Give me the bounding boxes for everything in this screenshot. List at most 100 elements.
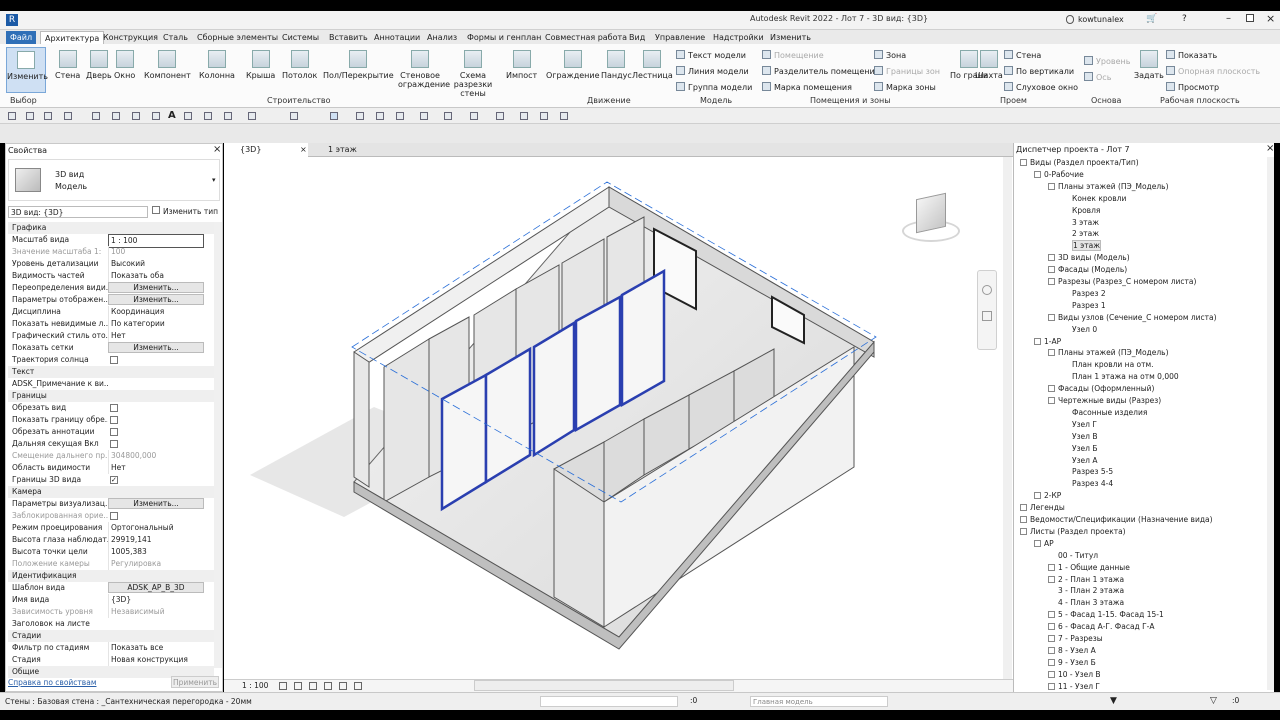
browser-node[interactable]: Фасады (Оформленный) <box>1048 383 1154 394</box>
expand-icon[interactable] <box>1048 682 1055 690</box>
dropdown-qat-icon[interactable] <box>560 112 568 120</box>
zoom-icon[interactable] <box>982 311 992 321</box>
section-header[interactable]: Графика <box>8 222 214 234</box>
stair-button[interactable]: Лестница <box>632 50 673 80</box>
browser-node[interactable]: Разрез 5-5 <box>1062 466 1113 477</box>
ramp-button[interactable]: Пандус <box>601 50 632 80</box>
browser-node[interactable]: Ведомости/Спецификации (Назначение вида) <box>1020 514 1213 525</box>
browser-node[interactable]: Чертежные виды (Разрез) <box>1048 395 1161 406</box>
undo-icon[interactable] <box>44 112 52 120</box>
visual-style-icon[interactable] <box>294 682 302 690</box>
browser-node[interactable]: 7 - Разрезы <box>1048 633 1103 644</box>
measure-icon[interactable] <box>92 112 100 120</box>
tag-icon[interactable] <box>132 112 140 120</box>
expand-icon[interactable] <box>1048 575 1055 583</box>
browser-node[interactable]: Легенды <box>1020 502 1065 513</box>
property-checkbox[interactable] <box>110 512 118 520</box>
print-qat-icon[interactable] <box>520 112 528 120</box>
redo-icon[interactable] <box>64 112 72 120</box>
browser-node[interactable]: Кровля <box>1062 205 1100 216</box>
property-row[interactable]: Параметры отображен... Изменить... <box>8 294 204 306</box>
instance-selector[interactable]: 3D вид: {3D} <box>8 206 148 218</box>
model-line-button[interactable]: Линия модели <box>676 66 749 76</box>
view-tab-3d[interactable]: {3D} × <box>224 143 308 157</box>
browser-node[interactable]: 11 - Узел Г <box>1048 681 1100 692</box>
section-icon[interactable] <box>184 112 192 120</box>
view-scale[interactable]: 1 : 100 <box>242 681 268 690</box>
show-workplane-button[interactable]: Показать <box>1166 50 1217 60</box>
browser-node[interactable]: Разрезы (Разрез_С номером листа) <box>1048 276 1196 287</box>
browser-node[interactable]: Узел Б <box>1062 443 1098 454</box>
tile-icon[interactable] <box>330 112 338 120</box>
property-value[interactable]: По категории <box>108 318 204 330</box>
browser-node[interactable]: Разрез 2 <box>1062 288 1106 299</box>
close-hidden-icon[interactable] <box>224 112 232 120</box>
tab-addins[interactable]: Надстройки <box>709 31 768 44</box>
property-row[interactable]: Фильтр по стадиям Показать все <box>8 642 204 654</box>
property-checkbox[interactable] <box>110 416 118 424</box>
property-edit-button[interactable]: Изменить... <box>108 498 204 509</box>
save-icon[interactable] <box>26 112 34 120</box>
collapse-icon[interactable] <box>1048 349 1055 357</box>
browser-node[interactable]: Виды узлов (Сечение_С номером листа) <box>1048 312 1217 323</box>
model-group-button[interactable]: Группа модели <box>676 82 752 92</box>
browser-node[interactable]: Узел В <box>1062 431 1098 442</box>
tab-collaborate[interactable]: Совместная работа <box>541 31 631 44</box>
collapse-icon[interactable] <box>1034 170 1041 178</box>
filter-status-icon[interactable]: ▼ <box>1110 696 1117 706</box>
property-checkbox[interactable]: ✓ <box>110 476 118 484</box>
tab-massing[interactable]: Формы и генплан <box>463 31 545 44</box>
property-row[interactable]: Стадия Новая конструкция <box>8 654 204 666</box>
browser-node[interactable]: 1 этаж <box>1062 240 1101 252</box>
expand-icon[interactable] <box>1048 266 1055 274</box>
shaft-button[interactable]: Шахта <box>975 50 1003 80</box>
collapse-icon[interactable] <box>1048 313 1055 321</box>
tab-modify[interactable]: Изменить <box>766 31 815 44</box>
user-name[interactable]: kowtunalex <box>1078 15 1124 24</box>
browser-node[interactable]: 1 - Общие данные <box>1048 562 1130 573</box>
tab-annotate[interactable]: Аннотации <box>370 31 424 44</box>
ref-plane-button[interactable]: Опорная плоскость <box>1166 66 1260 76</box>
area-tag-button[interactable]: Марка зоны <box>874 82 936 92</box>
property-row[interactable]: Обрезать аннотации <box>8 426 204 438</box>
property-checkbox[interactable] <box>110 428 118 436</box>
property-value[interactable]: Нет <box>108 330 204 342</box>
browser-node[interactable]: 9 - Узел Б <box>1048 657 1096 668</box>
grid-qat-icon[interactable] <box>420 112 428 120</box>
ceiling-button[interactable]: Потолок <box>282 50 317 80</box>
tab-manage[interactable]: Управление <box>651 31 709 44</box>
roof-button[interactable]: Крыша <box>246 50 275 80</box>
wall-button[interactable]: Стена <box>55 50 80 80</box>
crop-icon[interactable] <box>339 682 347 690</box>
property-checkbox[interactable] <box>110 440 118 448</box>
expand-icon[interactable] <box>1048 611 1055 619</box>
property-row[interactable]: Заголовок на листе <box>8 618 204 630</box>
curtain-qat-icon[interactable] <box>444 112 452 120</box>
expand-icon[interactable] <box>1048 623 1055 631</box>
revit-logo-icon[interactable]: R <box>6 14 18 26</box>
property-row[interactable]: Переопределения види... Изменить... <box>8 282 204 294</box>
section-header[interactable]: Текст <box>8 366 214 378</box>
tab-file[interactable]: Файл <box>6 31 37 44</box>
expand-icon[interactable] <box>1048 658 1055 666</box>
property-row[interactable]: Имя вида {3D} <box>8 594 204 606</box>
property-value[interactable]: Координация <box>108 306 204 318</box>
view-tab-floor1[interactable]: 1 этаж <box>312 143 422 157</box>
text-icon[interactable]: A <box>168 110 176 121</box>
property-value[interactable]: Показать оба <box>108 270 204 282</box>
room-button[interactable]: Помещение <box>762 50 824 60</box>
filter-qat-icon[interactable] <box>496 112 504 120</box>
section-header[interactable]: Границы <box>8 390 214 402</box>
close-button[interactable]: × <box>1266 12 1275 25</box>
browser-node[interactable]: Конек кровли <box>1062 193 1126 204</box>
collapse-icon[interactable] <box>1034 539 1041 547</box>
view-cube[interactable] <box>902 192 960 244</box>
section-header[interactable]: Стадии <box>8 630 214 642</box>
3d-view-icon[interactable] <box>152 112 160 120</box>
property-value[interactable]: Ортогональный <box>108 522 204 534</box>
collapse-icon[interactable] <box>1020 159 1027 166</box>
component-button[interactable]: Компонент <box>144 50 191 80</box>
user-icon[interactable] <box>1066 15 1074 24</box>
property-checkbox[interactable] <box>110 404 118 412</box>
property-row[interactable]: Смещение дальнего пр... 304800,000 <box>8 450 204 462</box>
